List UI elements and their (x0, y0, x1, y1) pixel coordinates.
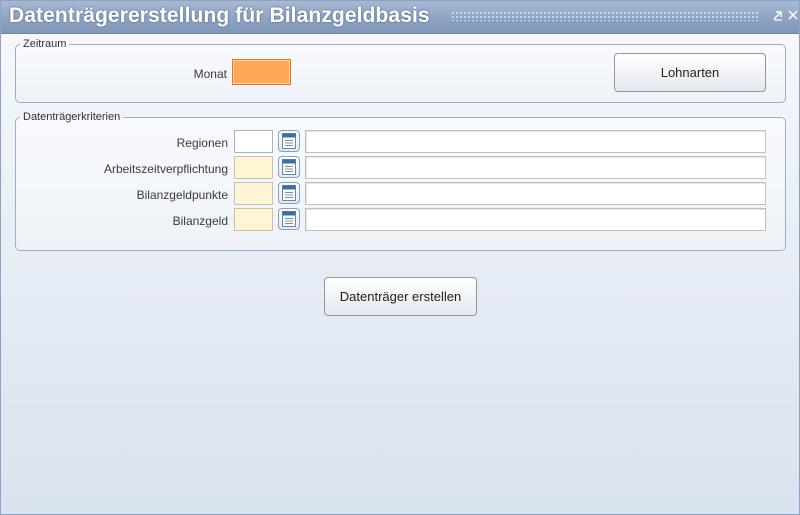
title-bar-pattern (451, 11, 759, 21)
bilanzgeldpunkte-label: Bilanzgeldpunkte (136, 188, 228, 202)
title-bar: Datenträgererstellung für Bilanzgeldbasi… (1, 1, 799, 34)
arbeitszeitverpflichtung-code-input[interactable] (234, 156, 273, 179)
bilanzgeldpunkte-picker-button[interactable] (278, 182, 300, 204)
regionen-picker-button[interactable] (278, 130, 300, 152)
arbeitszeitverpflichtung-description-field[interactable] (305, 156, 766, 179)
kriterien-legend: Datenträgerkriterien (23, 111, 121, 123)
arbeitszeitverpflichtung-picker-button[interactable] (278, 156, 300, 178)
zeitraum-legend: Zeitraum (23, 38, 67, 50)
regionen-label: Regionen (176, 136, 228, 150)
regionen-code-input[interactable] (234, 130, 273, 153)
close-icon[interactable] (786, 9, 800, 23)
bilanzgeldpunkte-description-field[interactable] (305, 182, 766, 205)
bilanzgeld-code-input[interactable] (234, 208, 273, 231)
bilanzgeld-picker-button[interactable] (278, 208, 300, 230)
datentraeger-erstellen-button[interactable]: Datenträger erstellen (324, 277, 477, 316)
monat-label: Monat (193, 67, 227, 81)
window-title: Datenträgererstellung für Bilanzgeldbasi… (9, 4, 430, 27)
bilanzgeld-description-field[interactable] (305, 208, 766, 231)
bilanzgeld-label: Bilanzgeld (172, 214, 228, 228)
lohnarten-button[interactable]: Lohnarten (614, 53, 766, 92)
monat-input[interactable] (232, 59, 291, 85)
bilanzgeldpunkte-code-input[interactable] (234, 182, 273, 205)
regionen-description-field[interactable] (305, 130, 766, 153)
minimize-icon[interactable] (771, 9, 785, 23)
dialog-window: Datenträgererstellung für Bilanzgeldbasi… (0, 0, 800, 515)
arbeitszeitverpflichtung-label: Arbeitszeitverpflichtung (103, 162, 228, 176)
